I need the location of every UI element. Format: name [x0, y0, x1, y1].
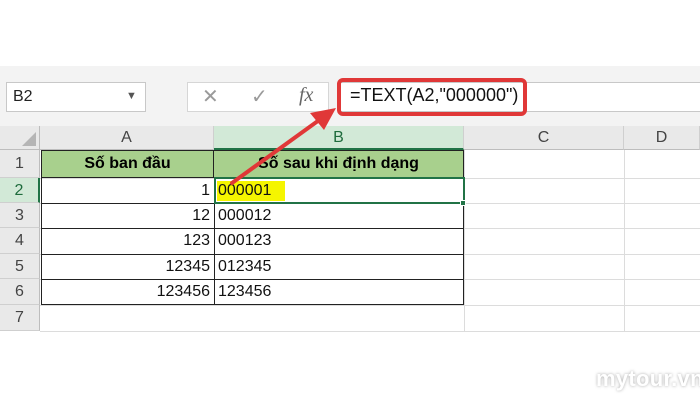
row-header-7[interactable]: 7 [0, 305, 40, 331]
gridline [40, 331, 700, 332]
cell-a6[interactable]: 123456 [41, 279, 214, 305]
corner-triangle-icon [22, 132, 36, 146]
cell-b3[interactable]: 000012 [214, 203, 464, 228]
x-icon[interactable]: ✕ [202, 84, 219, 109]
cell-b1-header[interactable]: Số sau khi định dạng [214, 150, 464, 178]
column-header-b[interactable]: B [214, 126, 464, 150]
spreadsheet-grid: A B C D 1 2 3 4 5 6 7 Số ban đầu Số sau … [0, 126, 700, 336]
cell-a4[interactable]: 123 [41, 228, 214, 254]
check-icon[interactable]: ✓ [251, 84, 268, 109]
row-header-2[interactable]: 2 [0, 178, 40, 203]
cell-b5[interactable]: 012345 [214, 254, 464, 279]
row-header-6[interactable]: 6 [0, 279, 40, 305]
cell-a1-header[interactable]: Số ban đầu [41, 150, 214, 178]
row-header-5[interactable]: 5 [0, 254, 40, 279]
cell-b4[interactable]: 000123 [214, 228, 464, 254]
watermark-logo: mytour.vn [596, 366, 700, 391]
fill-handle[interactable] [460, 200, 466, 206]
column-header-d[interactable]: D [624, 126, 700, 150]
row-header-4[interactable]: 4 [0, 228, 40, 254]
column-header-c[interactable]: C [464, 126, 624, 150]
cell-b6[interactable]: 123456 [214, 279, 464, 305]
select-all-corner[interactable] [0, 126, 40, 150]
name-box[interactable]: B2 [6, 82, 146, 112]
cell-a3[interactable]: 12 [41, 203, 214, 228]
row-header-3[interactable]: 3 [0, 203, 40, 228]
formula-text: =TEXT(A2,"000000") [350, 85, 519, 105]
cell-a5[interactable]: 12345 [41, 254, 214, 279]
gridline [40, 305, 700, 306]
gridline [624, 150, 625, 331]
cell-a2[interactable]: 1 [41, 178, 214, 203]
column-header-a[interactable]: A [40, 126, 214, 150]
row-header-1[interactable]: 1 [0, 150, 40, 178]
active-cell-border [214, 177, 465, 204]
chevron-down-icon[interactable]: ▼ [126, 90, 137, 102]
fx-icon[interactable]: fx [299, 84, 313, 107]
